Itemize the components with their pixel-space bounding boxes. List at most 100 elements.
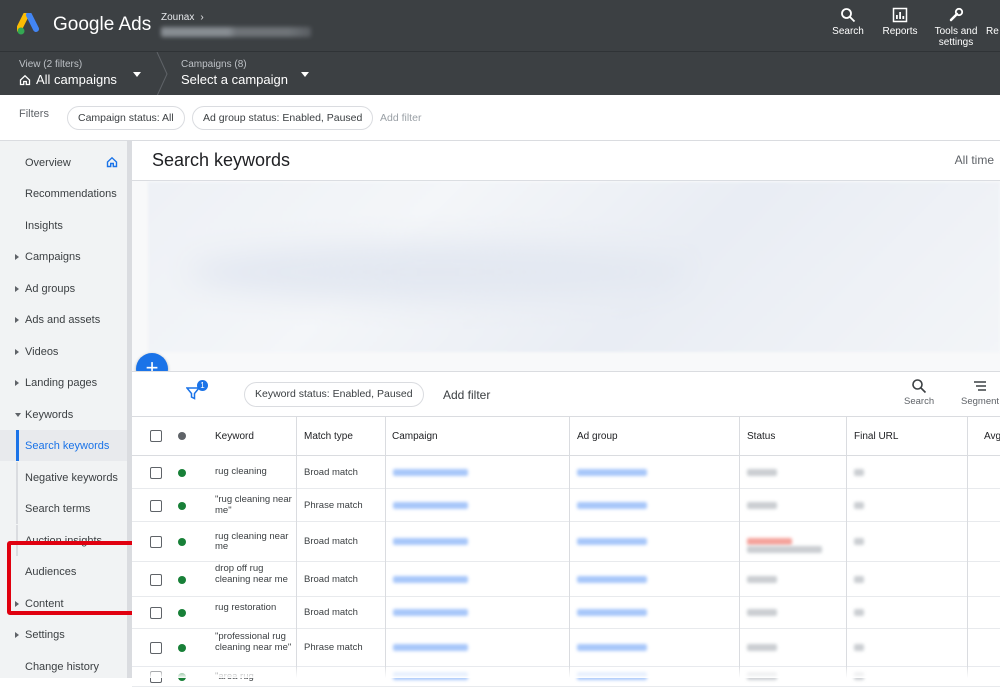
row-checkbox[interactable] xyxy=(150,499,162,512)
match-type-cell[interactable]: Broad match xyxy=(304,536,358,547)
campaign-cell-redacted[interactable] xyxy=(393,538,468,545)
add-filter-button[interactable]: Add filter xyxy=(380,112,421,124)
account-id-redacted[interactable] xyxy=(161,27,311,37)
caret-right-icon[interactable] xyxy=(15,286,19,292)
account-name[interactable]: Zounax › xyxy=(161,12,204,23)
caret-right-icon[interactable] xyxy=(15,349,19,355)
col-final-url[interactable]: Final URL xyxy=(854,431,898,442)
table-search-button[interactable]: Search xyxy=(904,378,934,407)
segment-button[interactable]: Segment xyxy=(961,378,999,407)
row-checkbox[interactable] xyxy=(150,466,162,479)
row-checkbox[interactable] xyxy=(150,536,162,548)
caret-down-icon[interactable] xyxy=(15,413,21,417)
sidebar-item-overview[interactable]: Overview xyxy=(0,147,127,178)
ad-group-cell-redacted[interactable] xyxy=(577,609,647,616)
table-row[interactable]: rug cleaning near me Broad match xyxy=(132,522,1000,562)
final-url-cell-redacted[interactable] xyxy=(854,468,864,476)
campaign-dropdown-icon[interactable] xyxy=(301,72,309,77)
search-button[interactable]: Search xyxy=(822,0,874,51)
ad-group-status-filter-chip[interactable]: Ad group status: Enabled, Paused xyxy=(192,106,374,130)
select-all-checkbox[interactable] xyxy=(150,430,162,442)
status-cell-redacted[interactable] xyxy=(747,538,792,545)
status-detail-redacted xyxy=(747,546,822,553)
date-range-selector[interactable]: All time xyxy=(955,153,994,167)
match-type-cell[interactable]: Phrase match xyxy=(304,500,363,511)
sidebar-item-settings[interactable]: Settings xyxy=(0,619,127,650)
table-row[interactable]: rug cleaning Broad match xyxy=(132,456,1000,489)
campaign-cell-redacted[interactable] xyxy=(393,575,468,583)
sidebar-item-ad-groups[interactable]: Ad groups xyxy=(0,273,127,304)
sidebar-item-campaigns[interactable]: Campaigns xyxy=(0,241,127,272)
sidebar-item-label: Videos xyxy=(25,346,59,358)
table-row[interactable]: rug restoration Broad match xyxy=(132,597,1000,629)
match-type-cell[interactable]: Broad match xyxy=(304,607,358,618)
final-url-cell-redacted[interactable] xyxy=(854,575,864,583)
caret-right-icon[interactable] xyxy=(15,632,19,638)
ad-group-cell-redacted[interactable] xyxy=(577,468,647,476)
sidebar-item-videos[interactable]: Videos xyxy=(0,336,127,367)
sidebar-item-ads-and-assets[interactable]: Ads and assets xyxy=(0,304,127,335)
view-selector[interactable]: View (2 filters) All campaigns xyxy=(19,59,117,87)
keyword-status-filter-chip[interactable]: Keyword status: Enabled, Paused xyxy=(244,382,424,407)
refresh-button[interactable]: Re xyxy=(986,0,1000,51)
campaign-cell-redacted[interactable] xyxy=(393,468,468,476)
row-checkbox[interactable] xyxy=(150,607,162,619)
ad-group-cell-redacted[interactable] xyxy=(577,575,647,583)
row-checkbox[interactable] xyxy=(150,573,162,586)
col-status[interactable]: Status xyxy=(747,431,775,442)
sidebar-item-landing-pages[interactable]: Landing pages xyxy=(0,367,127,398)
campaign-cell-redacted[interactable] xyxy=(393,644,468,651)
sidebar-item-insights[interactable]: Insights xyxy=(0,210,127,241)
table-row[interactable]: "rug cleaning near me" Phrase match xyxy=(132,489,1000,522)
caret-right-icon[interactable] xyxy=(15,254,19,260)
sidebar-item-recommendations[interactable]: Recommendations xyxy=(0,178,127,209)
final-url-cell-redacted[interactable] xyxy=(854,609,864,616)
caret-right-icon[interactable] xyxy=(15,380,19,386)
campaign-status-filter-chip[interactable]: Campaign status: All xyxy=(67,106,185,130)
match-type-cell[interactable]: Broad match xyxy=(304,574,358,585)
table-row[interactable]: drop off rug cleaning near me Broad match xyxy=(132,562,1000,597)
ad-group-cell-redacted[interactable] xyxy=(577,644,647,651)
ad-group-cell-redacted[interactable] xyxy=(577,501,647,509)
col-ad-group[interactable]: Ad group xyxy=(577,431,618,442)
status-cell-redacted[interactable] xyxy=(747,575,777,583)
col-avg[interactable]: Avg xyxy=(984,431,1000,442)
campaign-cell-redacted[interactable] xyxy=(393,609,468,616)
status-cell-redacted[interactable] xyxy=(747,468,777,476)
keyword-cell[interactable]: "professional rug cleaning near me" xyxy=(215,632,293,653)
sidebar-item-search-terms[interactable]: Search terms xyxy=(0,493,127,524)
google-ads-logo[interactable] xyxy=(17,13,45,37)
col-match-type[interactable]: Match type xyxy=(304,431,353,442)
campaign-cell-redacted[interactable] xyxy=(393,501,468,509)
status-cell-redacted[interactable] xyxy=(747,644,777,651)
final-url-cell-redacted[interactable] xyxy=(854,644,864,651)
col-keyword[interactable]: Keyword xyxy=(215,431,254,442)
row-checkbox[interactable] xyxy=(150,642,162,654)
sidebar-item-keywords[interactable]: Keywords xyxy=(0,399,127,430)
sidebar-item-change-history[interactable]: Change history xyxy=(0,651,127,682)
table-add-filter-button[interactable]: Add filter xyxy=(443,388,490,402)
sidebar-item-label: Search keywords xyxy=(25,440,110,452)
keyword-cell[interactable]: rug restoration xyxy=(215,602,293,614)
view-dropdown-icon[interactable] xyxy=(133,72,141,77)
status-cell-redacted[interactable] xyxy=(747,501,777,509)
match-type-cell[interactable]: Phrase match xyxy=(304,642,363,653)
keyword-cell[interactable]: drop off rug cleaning near me xyxy=(215,563,293,585)
keyword-cell[interactable]: "rug cleaning near me" xyxy=(215,494,293,516)
campaign-selector[interactable]: Campaigns (8) Select a campaign xyxy=(181,59,288,87)
table-row[interactable]: "professional rug cleaning near me" Phras… xyxy=(132,629,1000,667)
sidebar-item-negative-keywords[interactable]: Negative keywords xyxy=(0,462,127,493)
home-icon xyxy=(106,156,118,168)
keyword-cell[interactable]: rug cleaning near me xyxy=(215,531,293,553)
col-campaign[interactable]: Campaign xyxy=(392,431,438,442)
final-url-cell-redacted[interactable] xyxy=(854,538,864,545)
caret-right-icon[interactable] xyxy=(15,317,19,323)
keyword-cell[interactable]: rug cleaning xyxy=(215,467,293,478)
tools-settings-button[interactable]: Tools and settings xyxy=(926,0,986,51)
match-type-cell[interactable]: Broad match xyxy=(304,467,358,478)
sidebar-item-search-keywords[interactable]: Search keywords xyxy=(0,430,127,461)
final-url-cell-redacted[interactable] xyxy=(854,501,864,509)
reports-button[interactable]: Reports xyxy=(874,0,926,51)
status-cell-redacted[interactable] xyxy=(747,609,777,616)
ad-group-cell-redacted[interactable] xyxy=(577,538,647,545)
